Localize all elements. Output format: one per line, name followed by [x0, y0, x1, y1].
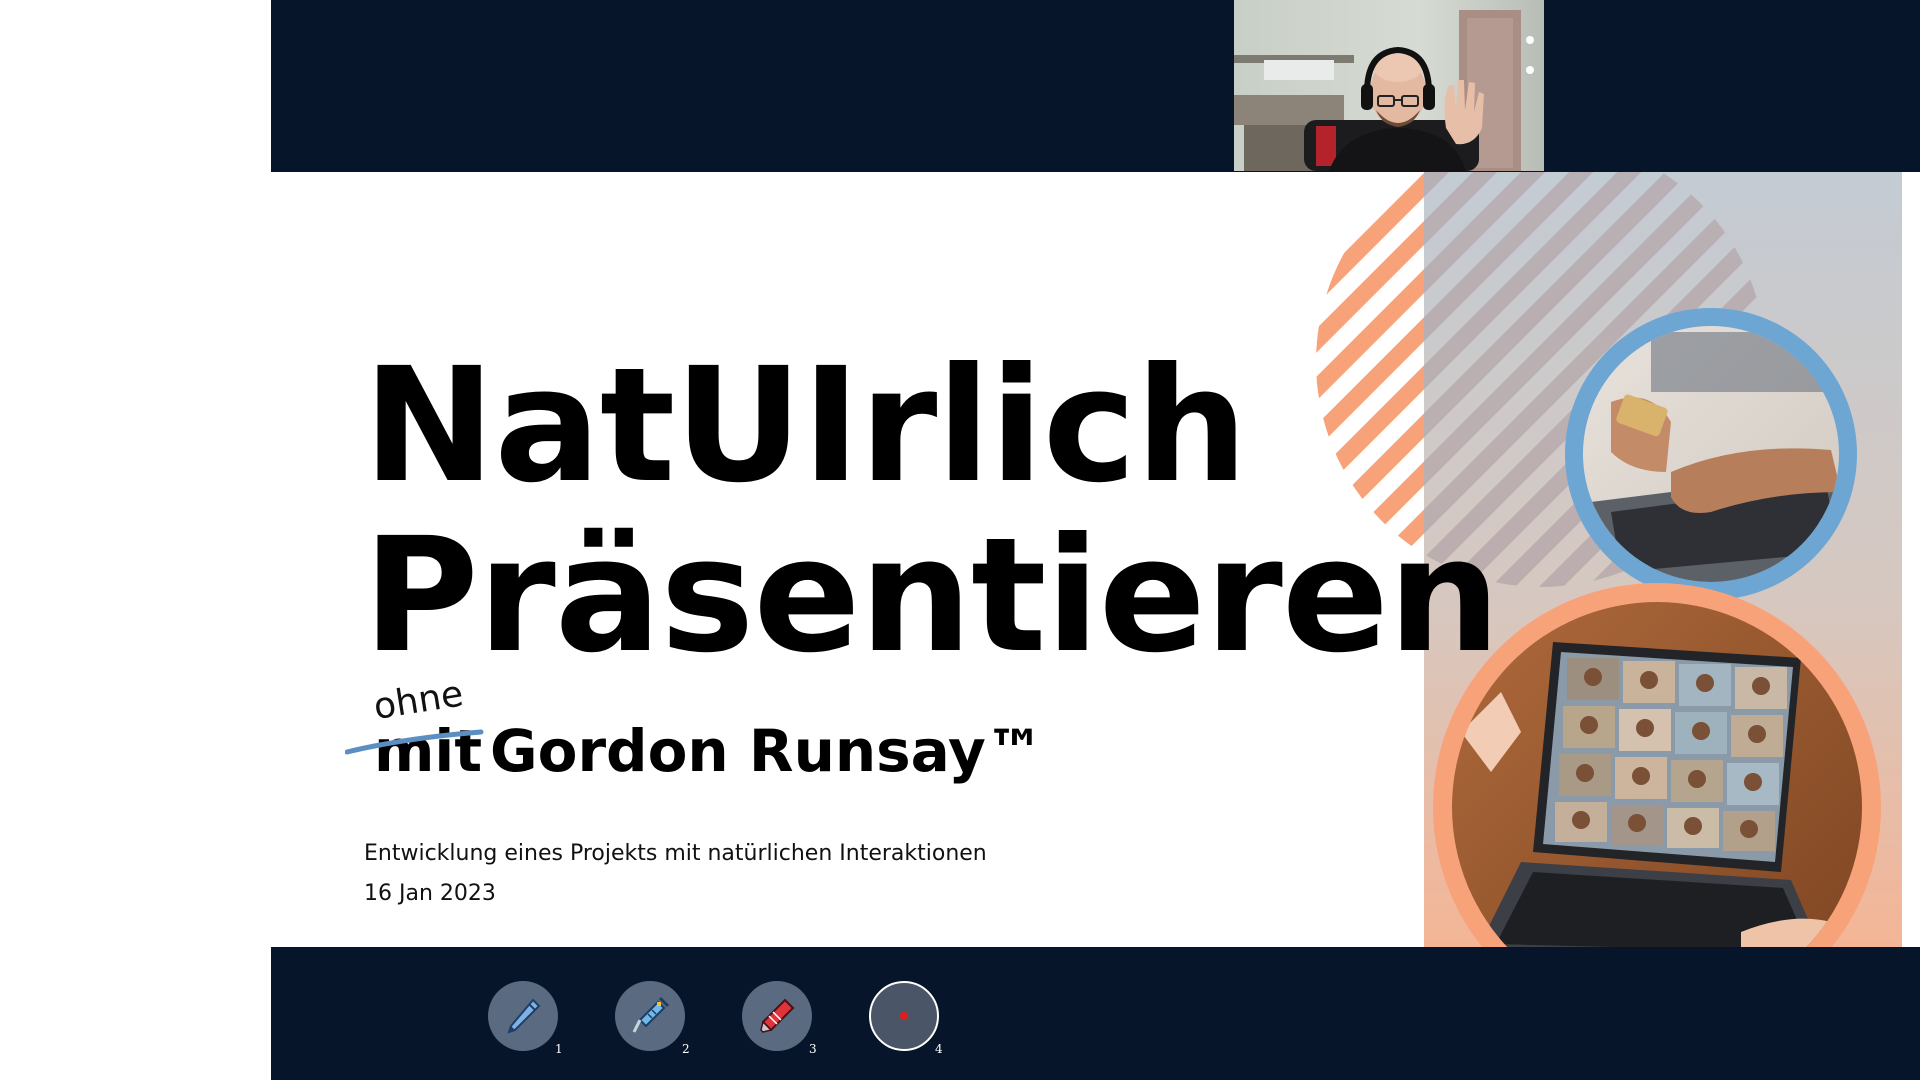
- webcam-person-image: [1234, 0, 1544, 171]
- slide-description: Entwicklung eines Projekts mit natürlich…: [364, 841, 987, 866]
- tool-syringe-button[interactable]: [615, 981, 685, 1051]
- marker-icon: [760, 998, 795, 1033]
- app-window: NatUIrlich Präsentieren ohne mit Gordon …: [0, 0, 1920, 1080]
- slide-title-line-2: Präsentieren: [363, 504, 1500, 688]
- tool-laser-pointer-button[interactable]: [869, 981, 939, 1051]
- tool-4-number: 4: [935, 1042, 943, 1056]
- tool-3-number: 3: [809, 1042, 817, 1056]
- tool-2-number: 2: [682, 1042, 690, 1056]
- slide-date: 16 Jan 2023: [364, 881, 496, 906]
- tool-pen-button[interactable]: [488, 981, 558, 1051]
- tool-marker-button[interactable]: [742, 981, 812, 1051]
- strikethrough-stroke: [345, 729, 484, 755]
- tool-1-number: 1: [555, 1042, 563, 1056]
- presenter-name: Gordon Runsay™: [490, 717, 1044, 785]
- presentation-slide: NatUIrlich Präsentieren ohne mit Gordon …: [271, 172, 1920, 947]
- syringe-icon: [632, 996, 670, 1033]
- top-band: [271, 0, 1920, 172]
- laser-pointer-icon: [900, 1012, 908, 1020]
- pen-icon: [507, 998, 541, 1034]
- slide-title-line-1: NatUIrlich: [363, 334, 1248, 518]
- webcam-video[interactable]: [1234, 0, 1544, 171]
